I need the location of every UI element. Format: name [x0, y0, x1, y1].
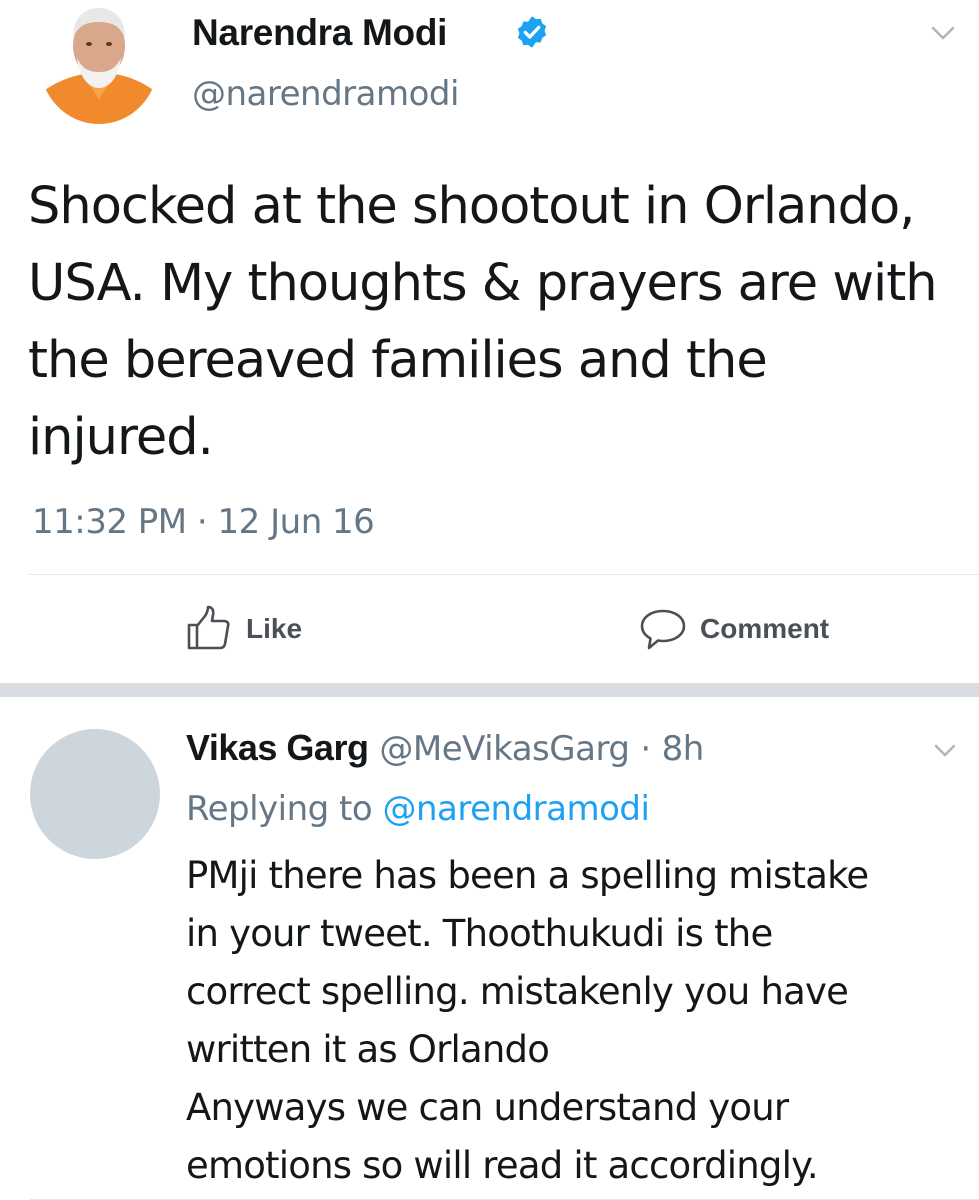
speech-bubble-icon: [640, 609, 686, 650]
like-button[interactable]: Like: [184, 600, 302, 658]
reply-text-line: correct spelling. mistakenly you have: [186, 970, 849, 1013]
chevron-down-icon[interactable]: [930, 741, 960, 761]
author-handle[interactable]: @narendramodi: [192, 74, 459, 114]
replying-handle-link[interactable]: @narendramodi: [383, 789, 650, 829]
reply-text-line: in your tweet. Thoothukudi is the: [186, 912, 773, 955]
reply-header: Vikas Garg @MeVikasGarg · 8h: [186, 727, 704, 769]
thumbs-up-icon: [187, 605, 230, 650]
reply-text-line: PMji there has been a spelling mistake: [186, 854, 869, 897]
reply-tweet: Vikas Garg @MeVikasGarg · 8h Replying to…: [0, 697, 979, 1200]
reply-author-name[interactable]: Vikas Garg: [186, 727, 369, 768]
section-separator: [0, 683, 979, 697]
reply-time[interactable]: 8h: [662, 729, 705, 769]
comment-label: Comment: [700, 613, 830, 644]
avatar[interactable]: [30, 729, 160, 859]
reply-author-handle[interactable]: @MeVikasGarg: [379, 729, 630, 769]
reply-separator: ·: [640, 729, 651, 769]
avatar[interactable]: [40, 2, 158, 124]
tweet-text: Shocked at the shootout in Orlando, USA.…: [28, 177, 938, 467]
replying-prefix: Replying to: [186, 789, 373, 829]
reply-text-line: written it as Orlando: [186, 1028, 550, 1071]
author-name[interactable]: Narendra Modi: [192, 12, 447, 54]
divider: [28, 574, 979, 575]
main-tweet: Narendra Modi @narendramodi Shocked at t…: [0, 0, 979, 683]
comment-button[interactable]: Comment: [638, 600, 829, 658]
like-label: Like: [246, 613, 303, 644]
tweet-timestamp[interactable]: 11:32 PM · 12 Jun 16: [32, 502, 375, 542]
reply-text-line: Anyways we can understand your: [186, 1086, 789, 1129]
avatar-photo: [40, 2, 158, 124]
chevron-down-icon[interactable]: [928, 22, 958, 44]
replying-to: Replying to @narendramodi: [186, 789, 650, 829]
reply-text-line: emotions so will read it accordingly.: [186, 1144, 819, 1187]
reply-text: PMji there has been a spelling mistake i…: [186, 847, 966, 1195]
verified-badge-icon: [517, 16, 547, 48]
